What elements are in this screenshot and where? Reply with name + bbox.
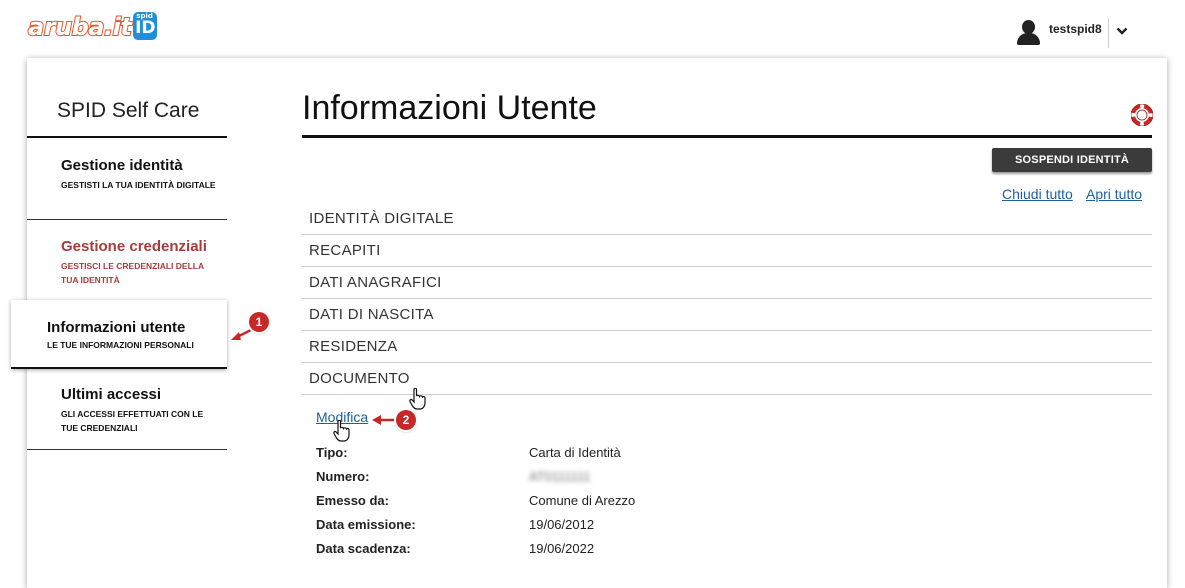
section-label: RECAPITI: [309, 242, 381, 259]
section-label: DOCUMENTO: [309, 370, 410, 387]
chevron-down-icon[interactable]: [1115, 18, 1129, 40]
spid-id-badge: spid ID: [133, 12, 158, 40]
section-dati-di-nascita[interactable]: DATI DI NASCITA: [302, 299, 1152, 331]
sidebar-item-informazioni-utente[interactable]: Informazioni utente LE TUE INFORMAZIONI …: [11, 300, 227, 369]
aruba-spid-logo[interactable]: aruba.it spid ID: [27, 12, 158, 44]
expand-all-link[interactable]: Apri tutto: [1086, 186, 1142, 202]
sidebar-divider: [27, 449, 227, 450]
annotation-badge-2: 2: [396, 410, 416, 430]
hand-cursor-icon: [409, 388, 426, 410]
doc-value-data-scadenza: 19/06/2022: [529, 541, 595, 556]
logo-wordmark: aruba.it: [27, 12, 133, 42]
section-label: DATI ANAGRAFICI: [309, 274, 442, 291]
title-rule: [302, 135, 1152, 138]
top-bar: aruba.it spid ID testspid8: [0, 0, 1185, 58]
sidebar-item-sub: GESTISTI LA TUA IDENTITÀ DIGITALE: [61, 180, 216, 190]
user-menu[interactable]: testspid8: [1015, 18, 1129, 48]
section-label: DATI DI NASCITA: [309, 306, 434, 323]
doc-label-numero: Numero:: [316, 469, 370, 484]
doc-value-data-emissione: 19/06/2012: [529, 517, 595, 532]
doc-label-data-scadenza: Data scadenza:: [316, 541, 411, 556]
page-title: Informazioni Utente: [302, 89, 597, 127]
section-recapiti[interactable]: RECAPITI: [302, 235, 1152, 267]
username[interactable]: testspid8: [1049, 18, 1102, 40]
hand-cursor-icon: [333, 420, 350, 442]
main-card: SPID Self Care Gestione identità GESTIST…: [11, 58, 1167, 588]
section-label: RESIDENZA: [309, 338, 398, 355]
doc-label-tipo: Tipo:: [316, 445, 348, 460]
collapse-all-link[interactable]: Chiudi tutto: [1002, 186, 1073, 202]
section-identita-digitale[interactable]: IDENTITÀ DIGITALE: [302, 203, 1152, 235]
user-menu-divider: [1107, 18, 1109, 48]
sidebar-item-gestione-credenziali[interactable]: Gestione credenziali GESTISCI LE CREDENZ…: [27, 220, 227, 300]
sidebar-item-sub: LE TUE INFORMAZIONI PERSONALI: [47, 340, 194, 350]
sidebar-item-sub: GESTISCI LE CREDENZIALI DELLA TUA IDENTI…: [61, 261, 204, 285]
sidebar-item-label: Informazioni utente: [47, 319, 186, 336]
lifebuoy-icon[interactable]: [1130, 103, 1154, 127]
doc-value-numero: AT0111111: [529, 469, 591, 484]
sidebar-item-label: Gestione credenziali: [61, 238, 207, 255]
section-dati-anagrafici[interactable]: DATI ANAGRAFICI: [302, 267, 1152, 299]
annotation-badge-1: 1: [249, 312, 269, 332]
doc-value-emesso-da: Comune di Arezzo: [529, 493, 636, 508]
sidebar-item-sub: GLI ACCESSI EFFETTUATI CON LE TUE CREDEN…: [61, 409, 204, 433]
sidebar-item-ultimi-accessi[interactable]: Ultimi accessi GLI ACCESSI EFFETTUATI CO…: [27, 369, 227, 449]
spid-label: spid: [136, 12, 153, 20]
doc-value-tipo: Carta di Identità: [529, 445, 621, 460]
doc-label-data-emissione: Data emissione:: [316, 517, 416, 532]
sidebar-item-label: Gestione identità: [61, 157, 183, 174]
user-icon: [1015, 18, 1043, 48]
suspend-identity-button[interactable]: SOSPENDI IDENTITÀ: [992, 148, 1152, 172]
doc-label-emesso-da: Emesso da:: [316, 493, 389, 508]
section-documento[interactable]: DOCUMENTO: [302, 363, 1152, 395]
sidebar-item-gestione-identita[interactable]: Gestione identità GESTISTI LA TUA IDENTI…: [27, 138, 227, 218]
id-label: ID: [135, 18, 156, 38]
section-residenza[interactable]: RESIDENZA: [302, 331, 1152, 363]
section-label: IDENTITÀ DIGITALE: [309, 210, 454, 227]
sidebar-title: SPID Self Care: [57, 99, 200, 122]
sidebar-item-label: Ultimi accessi: [61, 386, 162, 403]
